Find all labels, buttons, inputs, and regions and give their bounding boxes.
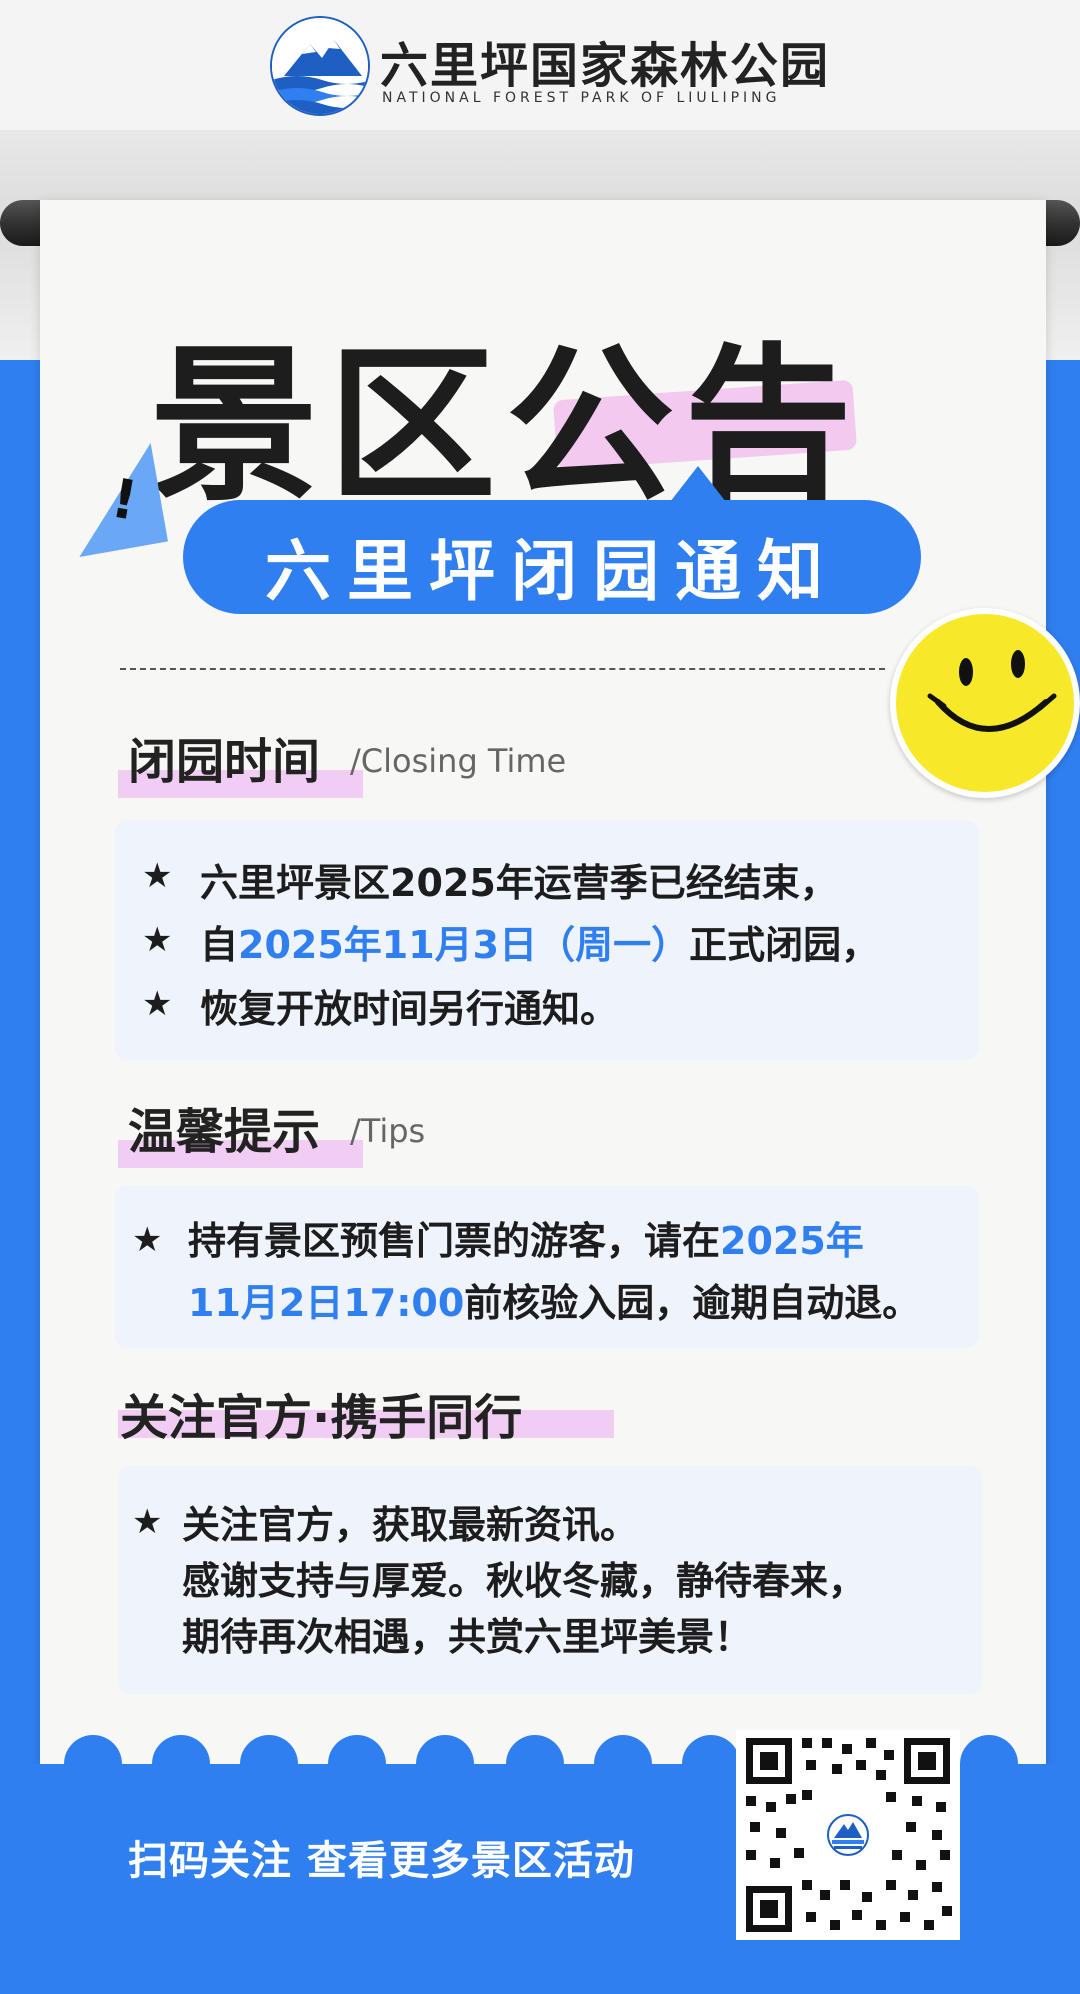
- follow-line-3: 期待再次相遇，共赏六里坪美景！: [182, 1615, 753, 1659]
- closing-line-3: 恢复开放时间另行通知。: [200, 987, 619, 1031]
- closing-line-1: 六里坪景区2025年运营季已经结束，: [200, 861, 838, 905]
- footer-call-to-action: 扫码关注 查看更多景区活动: [128, 1838, 635, 1884]
- tips-heading: 温馨提示: [128, 1104, 321, 1160]
- page-title: 景区公告: [150, 328, 862, 524]
- star-icon: ★: [142, 984, 173, 1024]
- closing-line-2: 自2025年11月3日（周一）正式闭园，: [200, 923, 880, 967]
- follow-line-2: 感谢支持与厚爱。秋收冬藏，静待春来，: [182, 1559, 867, 1603]
- closing-date-highlight: 2025年11月3日（周一）: [238, 923, 690, 967]
- star-icon: ★: [132, 1220, 163, 1260]
- blue-background-right: [1046, 360, 1080, 1994]
- closing-heading: 闭园时间: [128, 734, 321, 790]
- closing-heading-english: /Closing Time: [350, 742, 567, 780]
- qr-code-icon[interactable]: [736, 1730, 960, 1940]
- mountain-logo-icon: [270, 16, 370, 116]
- smiley-face-icon: [890, 608, 1080, 798]
- blue-background-left: [0, 360, 40, 1994]
- tips-heading-english: /Tips: [350, 1112, 426, 1150]
- divider: [120, 668, 885, 670]
- subtitle-text: 六里坪闭园通知: [265, 533, 839, 610]
- park-name-english: NATIONAL FOREST PARK OF LIULIPING: [382, 90, 781, 106]
- follow-line-1: 关注官方，获取最新资讯。: [182, 1503, 639, 1547]
- header: 六里坪国家森林公园 NATIONAL FOREST PARK OF LIULIP…: [0, 0, 1080, 130]
- tips-line-1: 持有景区预售门票的游客，请在2025年: [188, 1219, 864, 1263]
- park-name: 六里坪国家森林公园: [380, 38, 831, 94]
- park-logo: 六里坪国家森林公园 NATIONAL FOREST PARK OF LIULIP…: [270, 14, 828, 118]
- tips-date-highlight-2: 11月2日17:00: [188, 1281, 465, 1325]
- star-icon: ★: [142, 920, 173, 960]
- star-icon: ★: [132, 1502, 163, 1542]
- follow-heading: 关注官方·携手同行: [120, 1390, 523, 1446]
- subtitle-pill-tip: [670, 466, 726, 502]
- tips-date-highlight-1: 2025年: [720, 1219, 864, 1263]
- star-icon: ★: [142, 856, 173, 896]
- tips-line-2: 11月2日17:00前核验入园，逾期自动退。: [188, 1281, 921, 1325]
